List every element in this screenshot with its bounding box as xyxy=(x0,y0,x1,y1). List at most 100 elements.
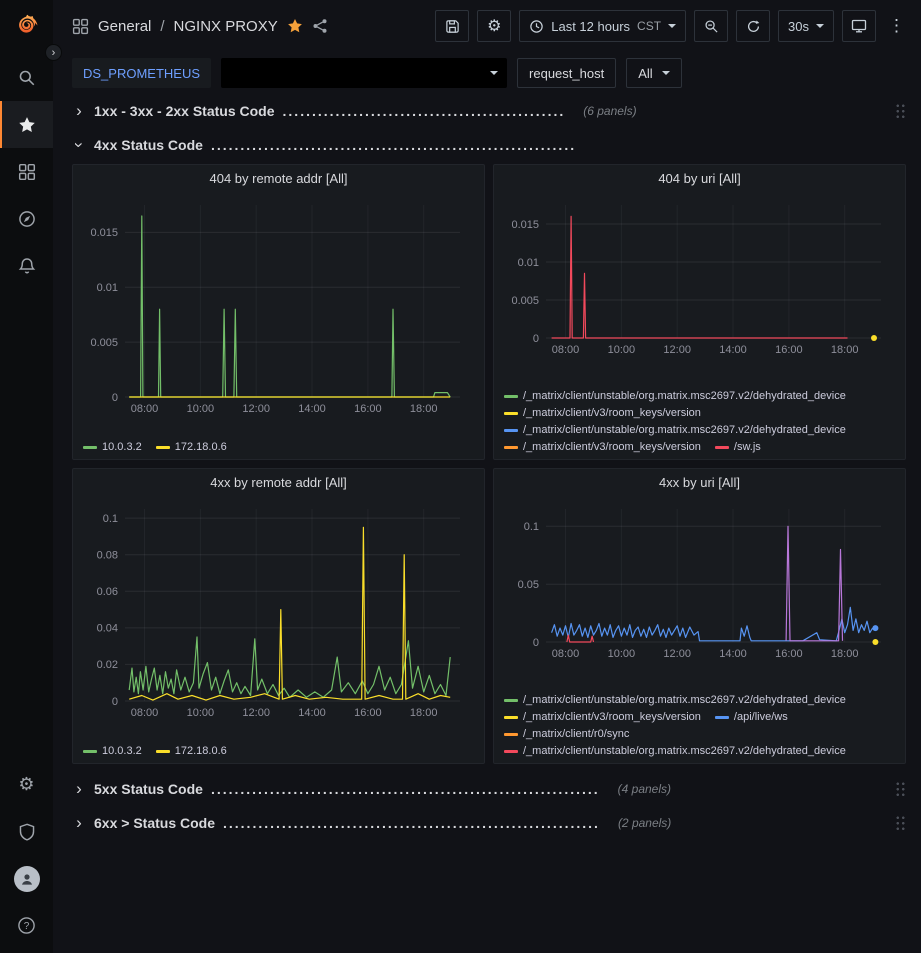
datasource-select[interactable] xyxy=(221,58,507,88)
request-host-select[interactable]: All xyxy=(626,58,681,88)
refresh-interval-picker[interactable]: 30s xyxy=(778,10,834,42)
row-header-4xx[interactable]: › 4xx Status Code ......................… xyxy=(72,130,906,160)
legend-swatch xyxy=(504,429,518,432)
svg-text:0.01: 0.01 xyxy=(518,257,539,269)
time-range-picker[interactable]: Last 12 hours CST xyxy=(519,10,686,42)
search-icon xyxy=(18,69,36,87)
svg-text:14:00: 14:00 xyxy=(298,403,326,415)
legend-item[interactable]: 172.18.0.6 xyxy=(156,439,227,455)
legend-item[interactable]: /_matrix/client/v3/room_keys/version xyxy=(504,405,701,421)
legend-label: /_matrix/client/unstable/org.matrix.msc2… xyxy=(523,388,846,404)
row-header-1xx-3xx-2xx[interactable]: › 1xx - 3xx - 2xx Status Code ..........… xyxy=(72,96,906,126)
row-drag-handle[interactable] xyxy=(895,815,906,832)
svg-text:0: 0 xyxy=(112,696,118,708)
legend-item[interactable]: /sw.js xyxy=(715,439,761,455)
legend-item[interactable]: /_matrix/client/unstable/org.matrix.msc2… xyxy=(504,743,846,759)
chevron-right-icon: › xyxy=(72,782,86,796)
row-panel-count: (2 panels) xyxy=(618,816,671,830)
svg-text:18:00: 18:00 xyxy=(410,707,438,719)
legend-label: /_matrix/client/unstable/org.matrix.msc2… xyxy=(523,692,846,708)
svg-text:14:00: 14:00 xyxy=(719,344,747,356)
share-icon[interactable] xyxy=(312,18,328,34)
legend-swatch xyxy=(156,750,170,753)
request-host-label[interactable]: request_host xyxy=(517,58,616,88)
sidebar-item-profile[interactable] xyxy=(0,855,53,902)
panel-4xx-by-remote-addr: 4xx by remote addr [All] 00.020.040.060.… xyxy=(72,468,485,764)
legend-item[interactable]: 10.0.3.2 xyxy=(83,439,142,455)
svg-text:16:00: 16:00 xyxy=(775,344,803,356)
chart-404-by-remote-addr[interactable]: 00.0050.010.01508:0010:0012:0014:0016:00… xyxy=(81,193,476,417)
legend-item[interactable]: /_matrix/client/r0/sync xyxy=(504,726,629,742)
legend-label: 10.0.3.2 xyxy=(102,743,142,759)
panel-body: 00.050.108:0010:0012:0014:0016:0018:00 /… xyxy=(494,497,905,763)
monitor-icon xyxy=(851,18,867,34)
chart-4xx-by-remote-addr[interactable]: 00.020.040.060.080.108:0010:0012:0014:00… xyxy=(81,497,476,721)
svg-text:16:00: 16:00 xyxy=(354,403,382,415)
sidebar-expand-button[interactable]: › xyxy=(45,44,62,61)
svg-text:0: 0 xyxy=(533,637,539,649)
dashboard-settings-button[interactable]: ⚙ xyxy=(477,10,511,42)
sidebar-item-search[interactable] xyxy=(0,54,53,101)
row-dots: ........................................… xyxy=(211,781,600,797)
row-title: 4xx Status Code xyxy=(94,137,203,153)
sidebar-item-settings[interactable]: ⚙ xyxy=(0,761,53,808)
legend-label: /_matrix/client/unstable/org.matrix.msc2… xyxy=(523,422,846,438)
sidebar-item-dashboards[interactable] xyxy=(0,148,53,195)
row-dots: ........................................… xyxy=(283,103,566,119)
legend-item[interactable]: /api/live/ws xyxy=(715,709,788,725)
panel-title[interactable]: 4xx by remote addr [All] xyxy=(73,469,484,497)
chart-404-by-uri[interactable]: 00.0050.010.01508:0010:0012:0014:0016:00… xyxy=(502,193,897,358)
save-dashboard-button[interactable] xyxy=(435,10,469,42)
legend-item[interactable]: 10.0.3.2 xyxy=(83,743,142,759)
sidebar-item-explore[interactable] xyxy=(0,195,53,242)
panel-title[interactable]: 404 by uri [All] xyxy=(494,165,905,193)
chart-legend: /_matrix/client/unstable/org.matrix.msc2… xyxy=(502,385,897,457)
favorite-star-icon[interactable] xyxy=(287,18,303,34)
avatar xyxy=(14,866,40,892)
sidebar-item-help[interactable]: ? xyxy=(0,902,53,949)
legend-swatch xyxy=(83,446,97,449)
panel-body: 00.0050.010.01508:0010:0012:0014:0016:00… xyxy=(73,193,484,459)
panel-title[interactable]: 4xx by uri [All] xyxy=(494,469,905,497)
legend-item[interactable]: 172.18.0.6 xyxy=(156,743,227,759)
chart-legend: 10.0.3.2 172.18.0.6 xyxy=(81,436,476,457)
grafana-logo[interactable] xyxy=(0,0,53,54)
breadcrumb-folder[interactable]: General xyxy=(98,18,151,35)
bell-icon xyxy=(18,257,36,275)
tv-mode-button[interactable] xyxy=(842,10,876,42)
legend-item[interactable]: /_matrix/client/v3/room_keys/version xyxy=(504,709,701,725)
row-panel-count: (4 panels) xyxy=(618,782,671,796)
page-title: NGINX PROXY xyxy=(174,18,278,35)
row-title: 1xx - 3xx - 2xx Status Code xyxy=(94,103,275,119)
legend-swatch xyxy=(504,699,518,702)
more-options-button[interactable]: ⋮ xyxy=(884,16,909,36)
save-icon xyxy=(445,19,460,34)
sidebar-item-alerting[interactable] xyxy=(0,242,53,289)
panel-title[interactable]: 404 by remote addr [All] xyxy=(73,165,484,193)
legend-swatch xyxy=(504,395,518,398)
legend-item[interactable]: /_matrix/client/unstable/org.matrix.msc2… xyxy=(504,692,846,708)
svg-text:12:00: 12:00 xyxy=(663,648,691,660)
request-host-value: All xyxy=(638,66,652,81)
chevron-down-icon xyxy=(668,24,676,28)
sidebar-item-server-admin[interactable] xyxy=(0,808,53,855)
refresh-button[interactable] xyxy=(736,10,770,42)
row-header-6xx[interactable]: › 6xx > Status Code ....................… xyxy=(72,808,906,838)
panel-body: 00.020.040.060.080.108:0010:0012:0014:00… xyxy=(73,497,484,763)
legend-label: /_matrix/client/v3/room_keys/version xyxy=(523,439,701,455)
svg-text:0.005: 0.005 xyxy=(511,295,539,307)
legend-item[interactable]: /_matrix/client/unstable/org.matrix.msc2… xyxy=(504,388,846,404)
row-header-5xx[interactable]: › 5xx Status Code ......................… xyxy=(72,774,906,804)
datasource-label[interactable]: DS_PROMETHEUS xyxy=(72,58,211,88)
legend-item[interactable]: /_matrix/client/unstable/org.matrix.msc2… xyxy=(504,422,846,438)
svg-text:0: 0 xyxy=(112,392,118,404)
legend-item[interactable]: /_matrix/client/v3/room_keys/version xyxy=(504,439,701,455)
zoom-out-button[interactable] xyxy=(694,10,728,42)
legend-swatch xyxy=(715,716,729,719)
row-drag-handle[interactable] xyxy=(895,103,906,120)
row-drag-handle[interactable] xyxy=(895,781,906,798)
chart-4xx-by-uri[interactable]: 00.050.108:0010:0012:0014:0016:0018:00 xyxy=(502,497,897,662)
legend-swatch xyxy=(504,412,518,415)
sidebar-item-starred[interactable] xyxy=(0,101,53,148)
legend-label: /api/live/ws xyxy=(734,709,788,725)
